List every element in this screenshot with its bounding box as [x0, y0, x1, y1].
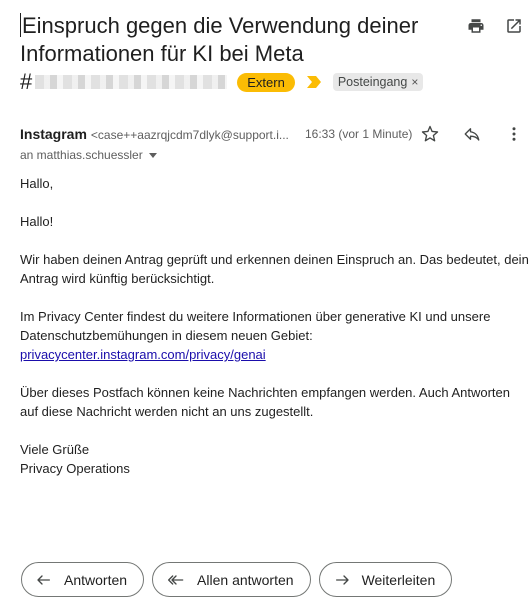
closing: Viele Grüße	[20, 442, 90, 457]
reply-actions: Antworten Allen antworten Weiterleiten	[21, 562, 453, 597]
paragraph-1-line-2: Antrag wird künftig berücksichtigt.	[20, 271, 215, 286]
signoff: Viele Grüße Privacy Operations	[20, 440, 530, 478]
recipient-row: an matthias.schuessler	[20, 148, 157, 162]
paragraph-2: Im Privacy Center findest du weitere Inf…	[20, 307, 530, 364]
paragraph-1: Wir haben deinen Antrag geprüft und erke…	[20, 250, 530, 288]
inbox-label[interactable]: Posteingang ×	[332, 73, 424, 91]
paragraph-3-line-2: auf diese Nachricht werden nicht an uns …	[20, 404, 314, 419]
reply-all-button[interactable]: Allen antworten	[152, 562, 311, 597]
sender-row: Instagram <case++aazrqjcdm7dlyk@support.…	[20, 124, 530, 144]
message-time: 16:33 (vor 1 Minute)	[305, 127, 413, 141]
subject-line-1: Einspruch gegen die Verwendung deiner	[20, 12, 460, 40]
reply-button-label: Antworten	[64, 571, 128, 588]
chevron-down-icon[interactable]	[148, 152, 157, 158]
forward-button-label: Weiterleiten	[361, 571, 436, 588]
reply-icon	[37, 574, 50, 585]
extern-label[interactable]: Extern	[237, 72, 295, 92]
inbox-label-text: Posteingang	[337, 75, 408, 89]
star-icon[interactable]	[420, 124, 440, 144]
more-options-icon[interactable]	[504, 124, 524, 144]
message-body: Hallo, Hallo! Wir haben deinen Antrag ge…	[20, 174, 530, 497]
paragraph-2-line-1: Im Privacy Center findest du weitere Inf…	[20, 309, 491, 324]
greeting-1: Hallo,	[20, 176, 54, 191]
reply-all-icon	[168, 574, 184, 585]
thread-toolbar	[466, 16, 524, 36]
sender-name[interactable]: Instagram	[20, 126, 87, 142]
redacted-subject-text	[35, 75, 228, 89]
important-marker-icon[interactable]	[306, 76, 321, 88]
paragraph-2-line-2: Datenschutzbemühungen in diesem neuen Ge…	[20, 328, 313, 343]
reply-all-button-label: Allen antworten	[197, 571, 294, 588]
paragraph-1-line-1: Wir haben deinen Antrag geprüft und erke…	[20, 252, 529, 267]
open-in-new-window-icon[interactable]	[504, 16, 524, 36]
message-actions	[420, 124, 524, 144]
subject-text-1: Einspruch gegen die Verwendung deiner	[22, 13, 419, 38]
text-cursor	[20, 13, 21, 37]
subject-hash: #	[20, 69, 33, 94]
greeting-2: Hallo!	[20, 214, 54, 229]
remove-label-icon[interactable]: ×	[411, 75, 418, 89]
labels-row: # Extern Posteingang ×	[20, 69, 460, 95]
reply-button[interactable]: Antworten	[21, 562, 145, 597]
reply-icon[interactable]	[462, 124, 482, 144]
recipient-text: an matthias.schuessler	[20, 148, 143, 162]
print-icon[interactable]	[466, 16, 486, 36]
forward-button[interactable]: Weiterleiten	[318, 562, 453, 597]
sender-email: <case++aazrqjcdm7dlyk@support.i...	[90, 128, 289, 142]
forward-icon	[335, 574, 349, 585]
subject-line-2: Informationen für KI bei Meta	[20, 41, 304, 66]
signature: Privacy Operations	[20, 461, 130, 476]
subject-area: Einspruch gegen die Verwendung deiner In…	[20, 12, 460, 95]
privacy-center-link[interactable]: privacycenter.instagram.com/privacy/gena…	[20, 347, 266, 362]
paragraph-3-line-1: Über dieses Postfach können keine Nachri…	[20, 385, 510, 400]
paragraph-3: Über dieses Postfach können keine Nachri…	[20, 383, 530, 421]
